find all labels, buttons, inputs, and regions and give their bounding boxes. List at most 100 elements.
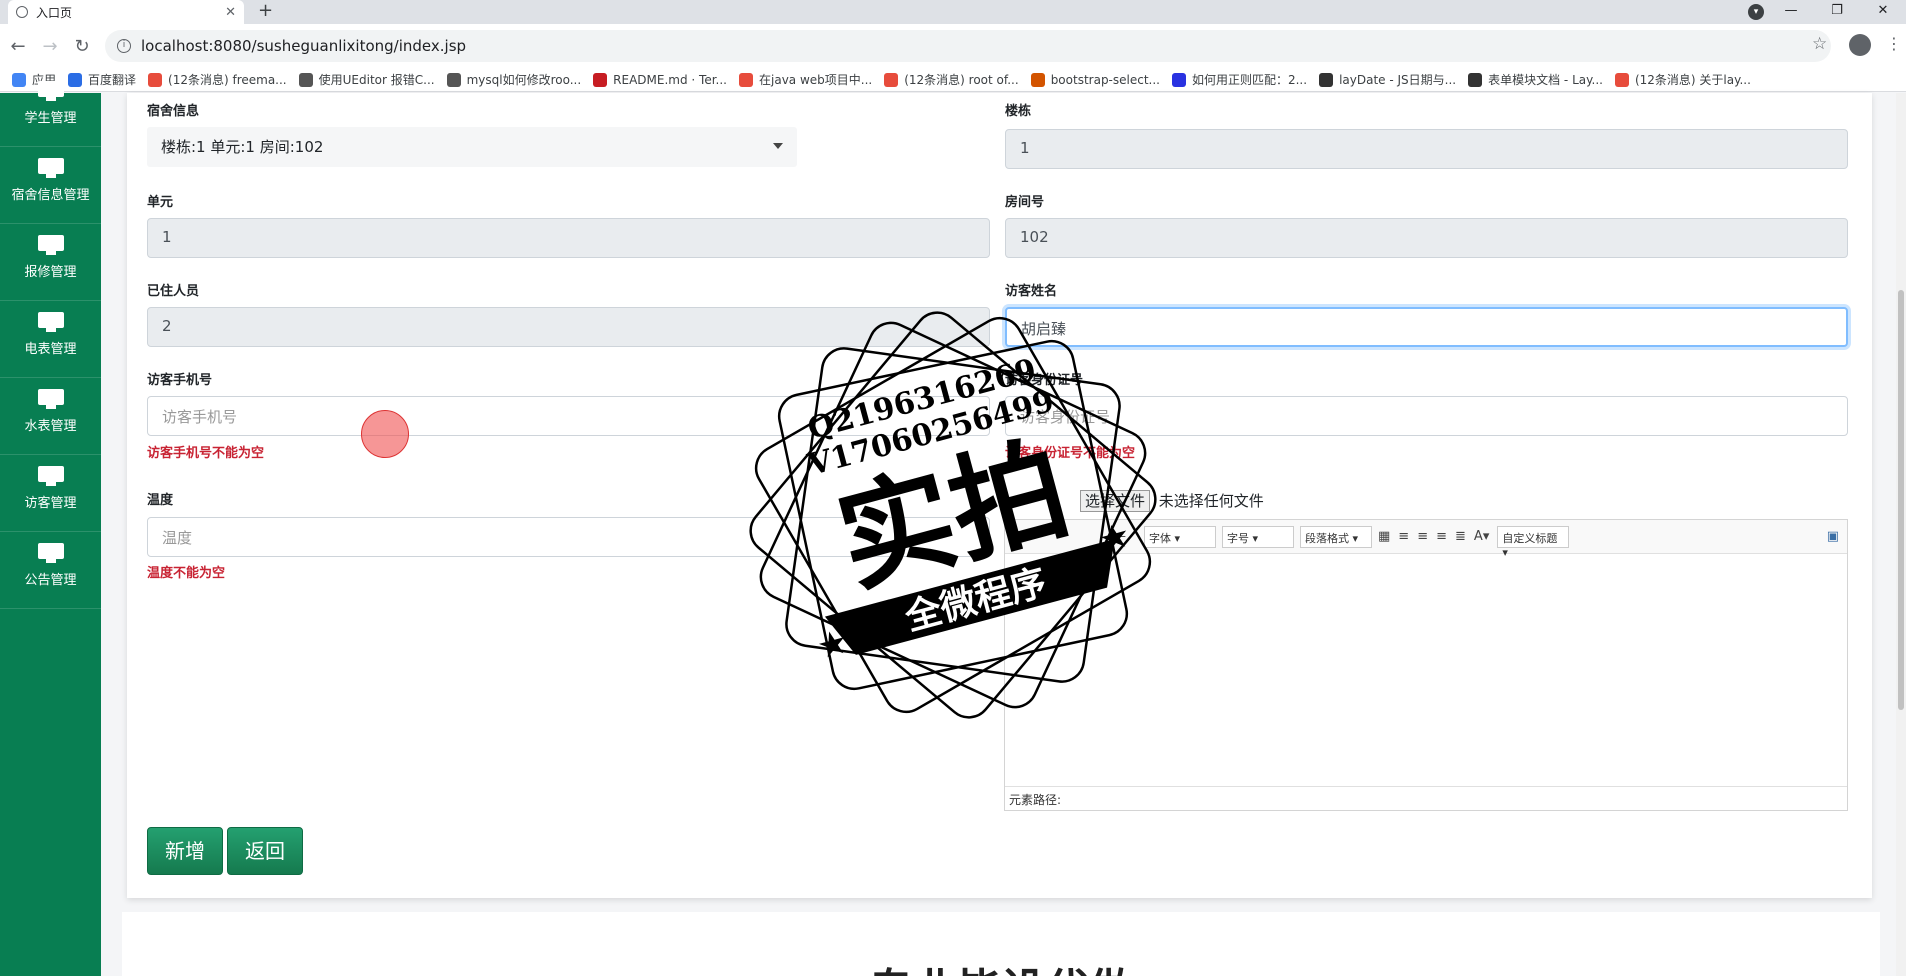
chevron-down-icon <box>773 143 783 149</box>
sidebar-item-label: 水表管理 <box>24 419 77 434</box>
monitor-icon <box>37 389 64 409</box>
bookmark-label: bootstrap-select... <box>1050 72 1160 87</box>
align-center-icon[interactable]: ≡ <box>1436 529 1447 544</box>
monitor-icon <box>37 158 64 178</box>
sidebar-item-label: 访客管理 <box>24 496 77 511</box>
tab-title: 入口页 <box>36 5 73 20</box>
close-window-button[interactable]: ✕ <box>1860 0 1906 24</box>
room-label: 房间号 <box>1005 195 1045 210</box>
cursor-highlight <box>361 410 409 458</box>
browser-menu-icon[interactable]: ⋮ <box>1886 34 1902 53</box>
add-button[interactable]: 新增 <box>147 827 223 875</box>
tab-close-icon[interactable]: ✕ <box>225 5 236 20</box>
forward-arrow-icon[interactable]: → <box>36 36 64 57</box>
sidebar-item[interactable]: 公告管理 <box>0 533 101 609</box>
phone-error: 访客手机号不能为空 <box>147 446 265 461</box>
unit-field[interactable]: 1 <box>147 218 990 258</box>
align-justify-icon[interactable]: ≣ <box>1455 529 1466 544</box>
monitor-icon <box>37 235 64 255</box>
back-arrow-icon[interactable]: ← <box>4 36 32 57</box>
sidebar-divider <box>0 146 101 147</box>
bookmark-label: 使用UEditor 报错C... <box>318 73 435 87</box>
bookmark-item[interactable]: README.md · Ter... <box>593 72 727 87</box>
align-right-icon[interactable]: ≡ <box>1417 529 1428 544</box>
new-tab-button[interactable]: + <box>258 0 273 24</box>
align-left-icon[interactable]: ≡ <box>1398 529 1409 544</box>
bookmark-label: 在java web项目中... <box>759 73 873 87</box>
sidebar-divider <box>0 608 101 609</box>
bookmark-item[interactable]: (12条消息) root of... <box>884 71 1019 88</box>
dorm-label: 宿舍信息 <box>147 104 200 119</box>
info-icon[interactable]: i <box>117 39 131 53</box>
custom-title-select[interactable]: 自定义标题 ▾ <box>1497 525 1570 559</box>
sidebar-divider <box>0 454 101 455</box>
profile-avatar[interactable] <box>1849 34 1871 56</box>
paragraph-select[interactable]: 段落格式 ▾ <box>1300 525 1372 548</box>
sidebar-item[interactable]: 水表管理 <box>0 379 101 455</box>
bookmark-favicon-icon <box>1319 72 1334 87</box>
url-text: localhost:8080/susheguanlixitong/index.j… <box>141 37 467 55</box>
bookmark-star-icon[interactable]: ☆ <box>1812 34 1827 54</box>
tab-search-icon[interactable]: ▾ <box>1748 4 1764 20</box>
bookmark-label: README.md · Ter... <box>613 72 727 87</box>
bookmark-favicon-icon <box>593 72 608 87</box>
sidebar-item[interactable]: 宿舍信息管理 <box>0 148 101 224</box>
sidebar-item[interactable]: 报修管理 <box>0 225 101 301</box>
browser-tab[interactable]: 入口页 ✕ <box>8 0 244 24</box>
sidebar-divider <box>0 223 101 224</box>
scrollbar-thumb[interactable] <box>1898 290 1904 710</box>
temp-label: 温度 <box>147 493 174 508</box>
sidebar-item-label: 宿舍信息管理 <box>11 188 90 203</box>
font-color-icon[interactable]: A▾ <box>1474 529 1489 544</box>
bookmark-item[interactable]: 使用UEditor 报错C... <box>298 71 435 88</box>
globe-icon <box>16 6 28 18</box>
bookmark-favicon-icon <box>1030 72 1045 87</box>
sidebar-item-label: 公告管理 <box>24 573 77 588</box>
bookmark-favicon-icon <box>884 72 899 87</box>
bookmark-item[interactable]: (12条消息) freema... <box>148 71 287 88</box>
room-field[interactable]: 102 <box>1005 218 1848 258</box>
sidebar-divider <box>0 300 101 301</box>
sidebar-item[interactable]: 访客管理 <box>0 456 101 532</box>
monitor-icon <box>37 81 64 101</box>
bottom-section: 专业毕设代做 <box>122 912 1880 976</box>
occupants-label: 已住人员 <box>147 284 200 299</box>
monitor-icon <box>37 312 64 332</box>
bookmark-favicon-icon <box>148 72 163 87</box>
bookmarks-bar: 应用 百度翻译 (12条消息) freema... 使用UEditor 报错C... m… <box>0 68 1906 92</box>
sidebar: 学生管理 宿舍信息管理 报修管理 电表管理 水表管理 访客管理 公告管理 <box>0 81 101 976</box>
bookmark-favicon-icon <box>739 72 753 87</box>
editor-status-bar: 元素路径: <box>1005 786 1847 810</box>
bookmark-label: (12条消息) 关于lay... <box>1634 73 1751 87</box>
building-field[interactable]: 1 <box>1005 129 1848 169</box>
bookmark-item[interactable]: 如何用正则匹配：2... <box>1171 71 1308 88</box>
bookmark-item[interactable]: mysql如何修改roo... <box>446 71 582 88</box>
bookmark-label: (12条消息) root of... <box>904 73 1019 87</box>
reload-icon[interactable]: ↻ <box>68 36 96 57</box>
sidebar-item-label: 电表管理 <box>24 342 77 357</box>
bookmark-favicon-icon <box>446 72 461 87</box>
url-field[interactable]: i localhost:8080/susheguanlixitong/index… <box>105 30 1831 62</box>
font-size-select[interactable]: 字号 ▾ <box>1222 525 1294 548</box>
bottom-heading: 专业毕设代做 <box>122 954 1880 976</box>
sidebar-item[interactable]: 学生管理 <box>0 71 101 147</box>
bookmark-item[interactable]: bootstrap-select... <box>1030 72 1160 87</box>
bookmark-item[interactable]: (12条消息) 关于lay... <box>1614 71 1751 88</box>
dorm-select[interactable]: 楼栋:1 单元:1 房间:102 <box>147 127 797 167</box>
fullscreen-icon[interactable]: ▣ <box>1827 529 1839 544</box>
minimize-button[interactable]: — <box>1768 0 1814 24</box>
back-button[interactable]: 返回 <box>227 827 303 875</box>
table-icon[interactable]: ▦ <box>1378 529 1390 544</box>
sidebar-divider <box>0 377 101 378</box>
bookmark-label: 如何用正则匹配：2... <box>1191 73 1308 87</box>
sidebar-item[interactable]: 电表管理 <box>0 302 101 378</box>
bookmark-item[interactable]: 表单模块文档 - Lay... <box>1468 71 1603 88</box>
restore-button[interactable]: ❐ <box>1814 0 1860 24</box>
bookmark-label: 表单模块文档 - Lay... <box>1488 73 1603 87</box>
bookmark-favicon-icon <box>1614 72 1629 87</box>
bookmark-item[interactable]: layDate - JS日期与... <box>1319 71 1456 88</box>
building-label: 楼栋 <box>1005 104 1032 119</box>
bookmark-label: mysql如何修改roo... <box>466 73 582 87</box>
bookmark-item[interactable]: 在java web项目中... <box>739 71 872 88</box>
bookmark-label: layDate - JS日期与... <box>1339 73 1457 87</box>
